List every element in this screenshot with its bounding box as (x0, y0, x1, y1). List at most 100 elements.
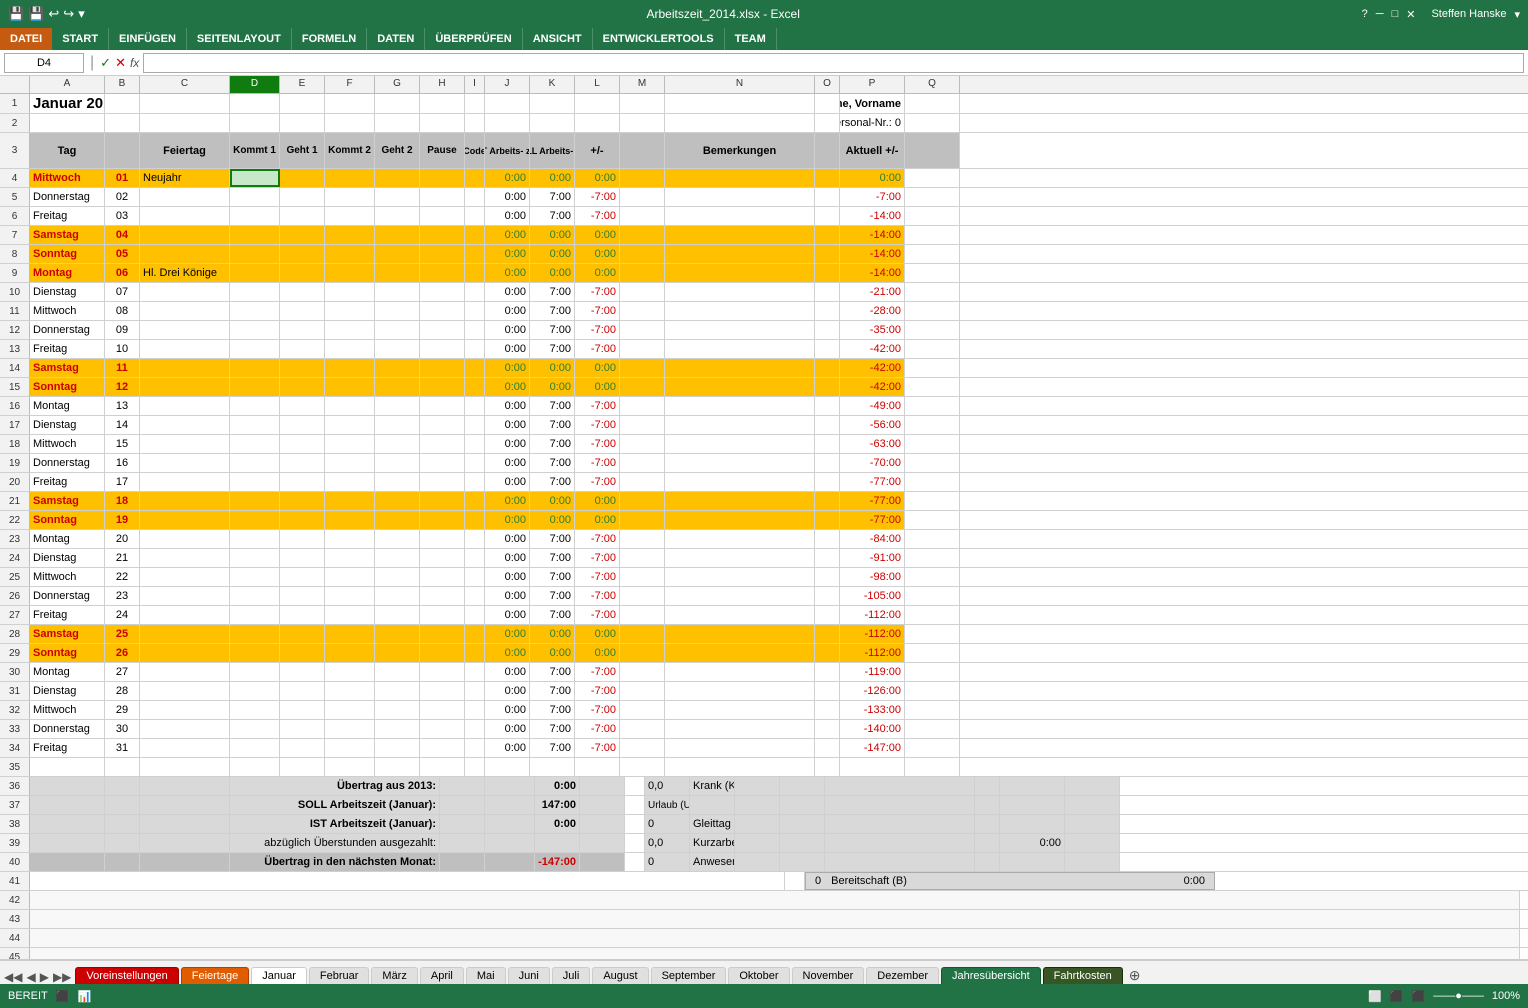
cell-G8[interactable] (375, 245, 420, 263)
cell-K15[interactable]: 0:00 (530, 378, 575, 396)
tab-maerz[interactable]: März (371, 967, 417, 984)
col-header-P[interactable]: P (840, 76, 905, 93)
cell-C14[interactable] (140, 359, 230, 377)
cell-C1[interactable] (140, 94, 230, 113)
cell-K9[interactable]: 0:00 (530, 264, 575, 282)
col-header-D[interactable]: D (230, 76, 280, 93)
cell-K8[interactable]: 0:00 (530, 245, 575, 263)
cell-K7[interactable]: 0:00 (530, 226, 575, 244)
cell-D10[interactable] (230, 283, 280, 301)
cell-I3[interactable]: Code (465, 133, 485, 168)
cell-O11[interactable] (815, 302, 840, 320)
cell-K5[interactable]: 7:00 (530, 188, 575, 206)
cell-F5[interactable] (325, 188, 375, 206)
cell-Q6[interactable] (905, 207, 960, 225)
cell-N8[interactable] (665, 245, 815, 263)
cell-F15[interactable] (325, 378, 375, 396)
cell-M15[interactable] (620, 378, 665, 396)
redo-icon[interactable]: ↪ (63, 6, 74, 22)
cell-J3[interactable]: IST Arbeits- zeit (485, 133, 530, 168)
cell-Q7[interactable] (905, 226, 960, 244)
cell-Q13[interactable] (905, 340, 960, 358)
cell-B9[interactable]: 06 (105, 264, 140, 282)
cell-H10[interactable] (420, 283, 465, 301)
cell-H7[interactable] (420, 226, 465, 244)
cell-L15[interactable]: 0:00 (575, 378, 620, 396)
tab-september[interactable]: September (651, 967, 727, 984)
cell-B5[interactable]: 02 (105, 188, 140, 206)
cell-Q12[interactable] (905, 321, 960, 339)
cell-K12[interactable]: 7:00 (530, 321, 575, 339)
cell-Q11[interactable] (905, 302, 960, 320)
cell-A15[interactable]: Sonntag (30, 378, 105, 396)
cell-Q1[interactable] (905, 94, 960, 113)
cell-H9[interactable] (420, 264, 465, 282)
cell-J14[interactable]: 0:00 (485, 359, 530, 377)
cell-I13[interactable] (465, 340, 485, 358)
cell-B15[interactable]: 12 (105, 378, 140, 396)
cell-H1[interactable] (420, 94, 465, 113)
cell-G9[interactable] (375, 264, 420, 282)
cell-D5[interactable] (230, 188, 280, 206)
cell-G3[interactable]: Geht 2 (375, 133, 420, 168)
cell-E7[interactable] (280, 226, 325, 244)
cell-Q10[interactable] (905, 283, 960, 301)
cell-N4[interactable] (665, 169, 815, 187)
tab-voreinstellungen[interactable]: Voreinstellungen (75, 967, 178, 984)
cell-E13[interactable] (280, 340, 325, 358)
cell-B7[interactable]: 04 (105, 226, 140, 244)
save-icon[interactable]: 💾 (28, 6, 44, 22)
cell-O3[interactable] (815, 133, 840, 168)
cell-P14[interactable]: -42:00 (840, 359, 905, 377)
tab-ueberpruefen[interactable]: ÜBERPRÜFEN (425, 28, 522, 50)
tab-november[interactable]: November (792, 967, 865, 984)
cell-F13[interactable] (325, 340, 375, 358)
cell-C13[interactable] (140, 340, 230, 358)
cell-J6[interactable]: 0:00 (485, 207, 530, 225)
cell-A9[interactable]: Montag (30, 264, 105, 282)
cell-C15[interactable] (140, 378, 230, 396)
cell-C6[interactable] (140, 207, 230, 225)
tab-februar[interactable]: Februar (309, 967, 370, 984)
cell-D7[interactable] (230, 226, 280, 244)
cell-G13[interactable] (375, 340, 420, 358)
cell-Q14[interactable] (905, 359, 960, 377)
cell-E11[interactable] (280, 302, 325, 320)
cell-C11[interactable] (140, 302, 230, 320)
cell-F11[interactable] (325, 302, 375, 320)
tab-april[interactable]: April (420, 967, 464, 984)
cell-J11[interactable]: 0:00 (485, 302, 530, 320)
formula-input[interactable] (143, 53, 1524, 73)
cell-M4[interactable] (620, 169, 665, 187)
cell-M2[interactable] (620, 114, 665, 132)
tab-daten[interactable]: DATEN (367, 28, 425, 50)
cell-N10[interactable] (665, 283, 815, 301)
cell-C4-feiertag[interactable]: Neujahr (140, 169, 230, 187)
cell-O14[interactable] (815, 359, 840, 377)
cell-E9[interactable] (280, 264, 325, 282)
cell-E3[interactable]: Geht 1 (280, 133, 325, 168)
cell-L12[interactable]: -7:00 (575, 321, 620, 339)
tab-nav-prev[interactable]: ◀ (26, 970, 35, 984)
col-header-E[interactable]: E (280, 76, 325, 93)
cell-P4-aktuell[interactable]: 0:00 (840, 169, 905, 187)
cell-G5[interactable] (375, 188, 420, 206)
cell-C12[interactable] (140, 321, 230, 339)
cell-M5[interactable] (620, 188, 665, 206)
cell-B14[interactable]: 11 (105, 359, 140, 377)
cell-F3[interactable]: Kommt 2 (325, 133, 375, 168)
cell-M6[interactable] (620, 207, 665, 225)
maximize-icon[interactable]: □ (1392, 8, 1399, 20)
cell-K1[interactable] (530, 94, 575, 113)
user-dropdown-icon[interactable]: ▾ (1514, 8, 1520, 21)
cell-G6[interactable] (375, 207, 420, 225)
cell-L9[interactable]: 0:00 (575, 264, 620, 282)
col-header-N[interactable]: N (665, 76, 815, 93)
cell-M13[interactable] (620, 340, 665, 358)
cell-L1[interactable] (575, 94, 620, 113)
cell-D6[interactable] (230, 207, 280, 225)
cell-C7[interactable] (140, 226, 230, 244)
cell-I6[interactable] (465, 207, 485, 225)
cell-O10[interactable] (815, 283, 840, 301)
col-header-A[interactable]: A (30, 76, 105, 93)
